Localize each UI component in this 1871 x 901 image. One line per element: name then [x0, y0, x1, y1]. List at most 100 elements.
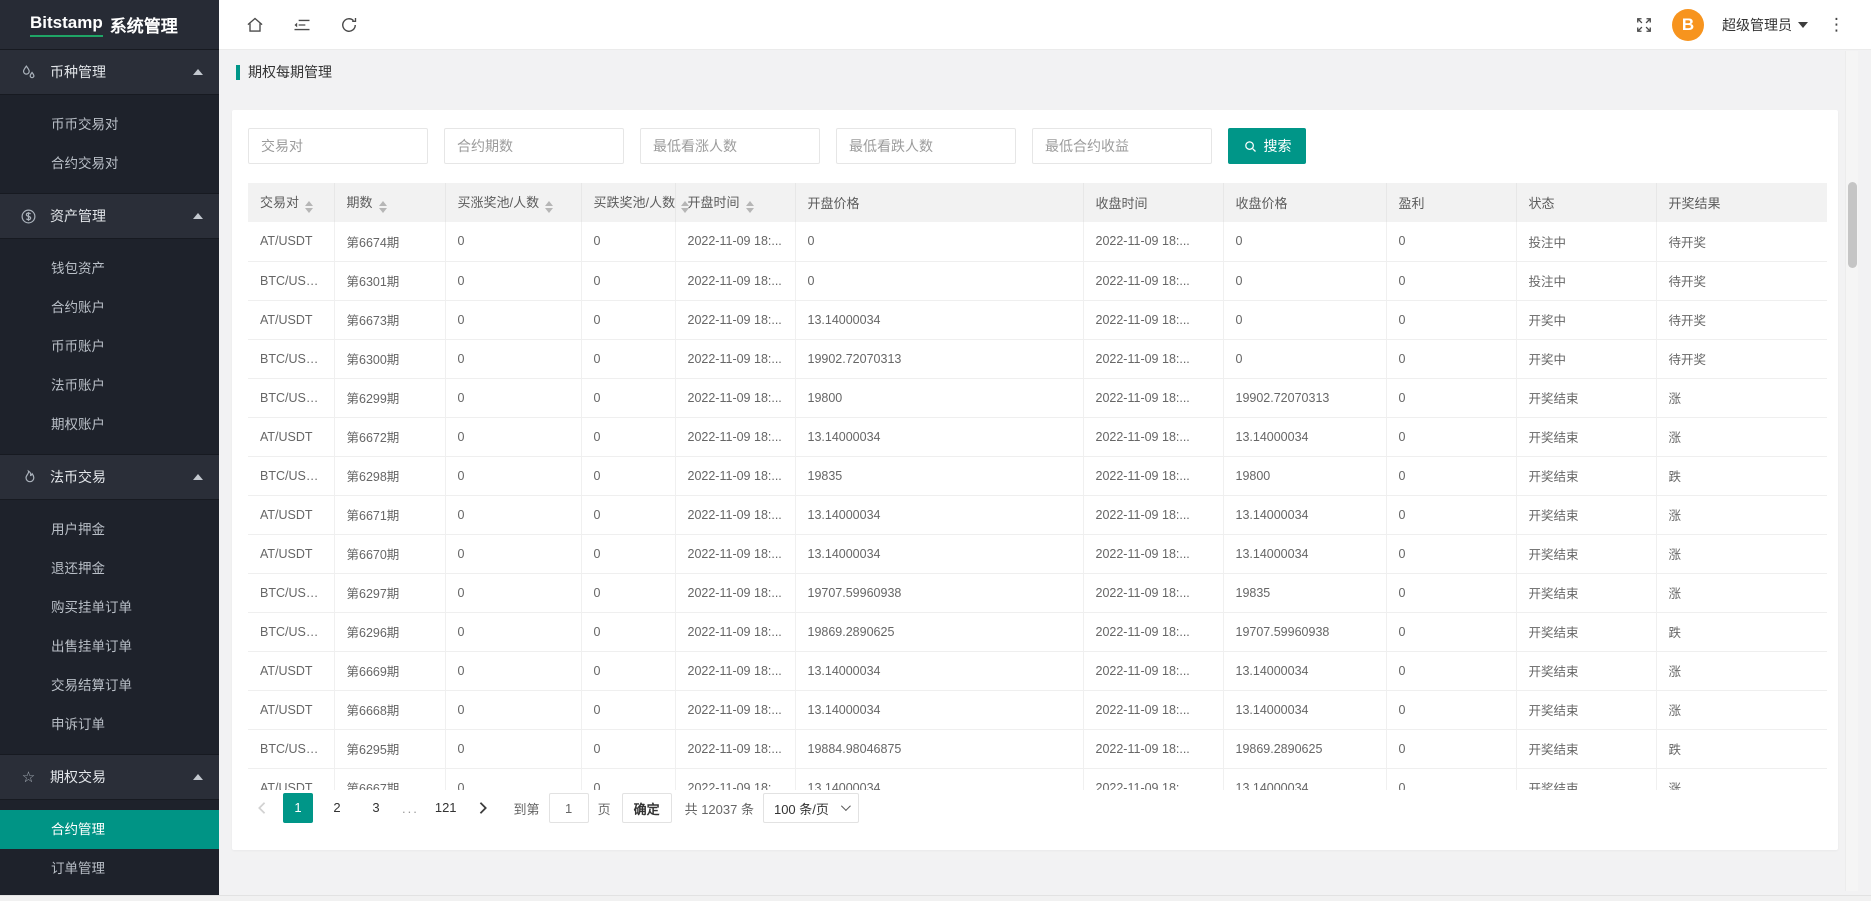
page-button[interactable]: 3: [361, 793, 391, 823]
filter-bar: 搜索: [248, 128, 1306, 164]
goto-page-input[interactable]: [549, 793, 589, 823]
user-menu[interactable]: 超级管理员: [1722, 15, 1808, 35]
next-page-button[interactable]: [471, 793, 497, 823]
sidebar-item[interactable]: 币币交易对: [0, 105, 219, 144]
table-cell: 2022-11-09 18:...: [1083, 729, 1223, 768]
column-header[interactable]: 交易对: [248, 183, 334, 222]
confirm-button[interactable]: 确定: [622, 793, 672, 823]
page-size-value: 100 条/页: [774, 799, 829, 818]
data-table: 交易对期数买涨奖池/人数买跌奖池/人数开盘时间开盘价格收盘时间收盘价格盈利状态开…: [248, 183, 1827, 790]
collapse-sidebar-icon[interactable]: [292, 15, 312, 35]
collapse-arrow-icon: [193, 774, 203, 780]
table-cell: 0: [1223, 222, 1386, 261]
sort-icon[interactable]: [305, 201, 313, 213]
table-row: BTC/USDT第6297期002022-11-09 18:...19707.5…: [248, 573, 1827, 612]
sidebar-item[interactable]: 出售挂单订单: [0, 627, 219, 666]
title-accent-bar: [236, 65, 240, 80]
table-cell: 第6671期: [334, 495, 445, 534]
sidebar-item[interactable]: 用户押金: [0, 510, 219, 549]
table-row: BTC/USDT第6301期002022-11-09 18:...02022-1…: [248, 261, 1827, 300]
more-menu-icon[interactable]: ⋮: [1826, 16, 1847, 33]
table-cell: 开奖结束: [1516, 417, 1656, 456]
table-cell: 0: [1386, 495, 1516, 534]
table-cell: AT/USDT: [248, 417, 334, 456]
home-icon[interactable]: [245, 15, 265, 35]
table-cell: 13.14000034: [795, 768, 1083, 790]
table-cell: 0: [581, 768, 675, 790]
table-cell: 第6673期: [334, 300, 445, 339]
table-cell: 0: [581, 378, 675, 417]
sidebar-item[interactable]: 合约账户: [0, 288, 219, 327]
sidebar-group-4[interactable]: ☆期权交易: [0, 754, 219, 800]
pair-input[interactable]: [248, 128, 428, 164]
refresh-icon[interactable]: [339, 15, 359, 35]
column-header[interactable]: 开盘时间: [675, 183, 795, 222]
table-cell: BTC/USDT: [248, 729, 334, 768]
table-row: BTC/USDT第6296期002022-11-09 18:...19869.2…: [248, 612, 1827, 651]
sidebar-item[interactable]: 币币账户: [0, 327, 219, 366]
table-cell: 0: [1386, 768, 1516, 790]
sidebar-group-1[interactable]: 币种管理: [0, 49, 219, 95]
table-cell: 2022-11-09 18:...: [675, 495, 795, 534]
column-header[interactable]: 期数: [334, 183, 445, 222]
table-cell: 开奖中: [1516, 300, 1656, 339]
sidebar-item[interactable]: 期权账户: [0, 405, 219, 444]
page-button[interactable]: 1: [283, 793, 313, 823]
table-cell: 13.14000034: [795, 534, 1083, 573]
table-cell: 13.14000034: [1223, 417, 1386, 456]
table-cell: 0: [1386, 690, 1516, 729]
prev-page-button[interactable]: [248, 793, 274, 823]
sidebar-item[interactable]: 交易结算订单: [0, 666, 219, 705]
sidebar-item[interactable]: 合约管理: [0, 810, 219, 849]
sidebar-item[interactable]: 钱包资产: [0, 249, 219, 288]
sidebar-group-3[interactable]: 法币交易: [0, 454, 219, 500]
sort-icon[interactable]: [746, 201, 754, 213]
table-cell: 0: [581, 300, 675, 339]
column-header[interactable]: 买跌奖池/人数: [581, 183, 675, 222]
v-scrollbar[interactable]: [1845, 51, 1858, 891]
table-cell: 0: [581, 690, 675, 729]
table-cell: 19884.98046875: [795, 729, 1083, 768]
contract-period-input[interactable]: [444, 128, 624, 164]
table-cell: 第6300期: [334, 339, 445, 378]
table-cell: 0: [1386, 378, 1516, 417]
column-header-label: 收盘时间: [1096, 196, 1148, 211]
goto-unit-label: 页: [598, 799, 611, 818]
sidebar-item[interactable]: 合约交易对: [0, 144, 219, 183]
min-profit-input[interactable]: [1032, 128, 1212, 164]
table-cell: 0: [445, 651, 581, 690]
page-button[interactable]: 2: [322, 793, 352, 823]
sidebar-item[interactable]: 订单管理: [0, 849, 219, 888]
sidebar-item[interactable]: 退还押金: [0, 549, 219, 588]
min-down-count-input[interactable]: [836, 128, 1016, 164]
search-button[interactable]: 搜索: [1228, 128, 1306, 164]
page-size-select[interactable]: 100 条/页: [763, 793, 859, 823]
table-cell: 第6674期: [334, 222, 445, 261]
avatar[interactable]: B: [1672, 9, 1704, 41]
h-scrollbar[interactable]: [0, 895, 1871, 901]
fullscreen-icon[interactable]: [1634, 15, 1654, 35]
table-cell: 0: [1386, 729, 1516, 768]
table-cell: 0: [1386, 456, 1516, 495]
table-row: AT/USDT第6667期002022-11-09 18:...13.14000…: [248, 768, 1827, 790]
table-cell: 13.14000034: [795, 690, 1083, 729]
sidebar-item[interactable]: 法币账户: [0, 366, 219, 405]
sort-icon[interactable]: [545, 201, 553, 213]
table-cell: 0: [445, 534, 581, 573]
min-up-count-input[interactable]: [640, 128, 820, 164]
page-title: 期权每期管理: [236, 62, 332, 82]
sidebar-item[interactable]: 购买挂单订单: [0, 588, 219, 627]
sort-icon[interactable]: [379, 201, 387, 213]
page-button[interactable]: 121: [430, 793, 462, 823]
column-header: 收盘时间: [1083, 183, 1223, 222]
column-header[interactable]: 买涨奖池/人数: [445, 183, 581, 222]
v-scrollbar-thumb[interactable]: [1848, 182, 1857, 268]
sidebar-group-2[interactable]: 资产管理: [0, 193, 219, 239]
table-cell: 0: [581, 222, 675, 261]
sidebar-submenu: 合约管理订单管理: [0, 800, 219, 898]
sidebar-item[interactable]: 申诉订单: [0, 705, 219, 744]
table-cell: 0: [581, 339, 675, 378]
table-cell: 开奖结束: [1516, 456, 1656, 495]
table-cell: 开奖结束: [1516, 573, 1656, 612]
table-cell: 开奖结束: [1516, 378, 1656, 417]
